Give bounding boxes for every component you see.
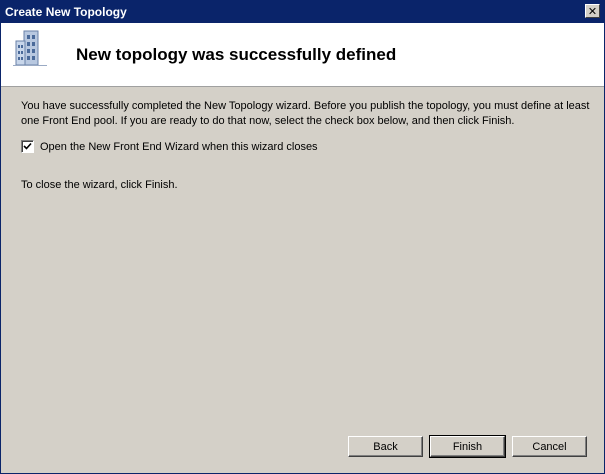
open-front-end-wizard-checkbox[interactable] [21, 140, 34, 153]
wizard-content: You have successfully completed the New … [21, 99, 591, 191]
back-button[interactable]: Back [348, 436, 423, 457]
wizard-header: New topology was successfully defined [1, 23, 604, 87]
title-bar[interactable]: Create New Topology ✕ [1, 1, 604, 23]
checkmark-icon [23, 142, 32, 150]
open-front-end-wizard-option[interactable]: Open the New Front End Wizard when this … [21, 140, 318, 153]
description-text: You have successfully completed the New … [21, 100, 590, 127]
finish-button[interactable]: Finish [429, 435, 506, 458]
close-icon: ✕ [587, 4, 598, 18]
cancel-button[interactable]: Cancel [512, 436, 587, 457]
wizard-window: Create New Topology ✕ New topology was s… [0, 0, 605, 474]
finish-instruction: To close the wizard, click Finish. [21, 179, 178, 191]
checkbox-label[interactable]: Open the New Front End Wizard when this … [40, 141, 318, 153]
building-icon [13, 29, 47, 69]
window-title: Create New Topology [5, 5, 127, 19]
close-button[interactable]: ✕ [585, 4, 600, 18]
page-title: New topology was successfully defined [76, 45, 397, 64]
